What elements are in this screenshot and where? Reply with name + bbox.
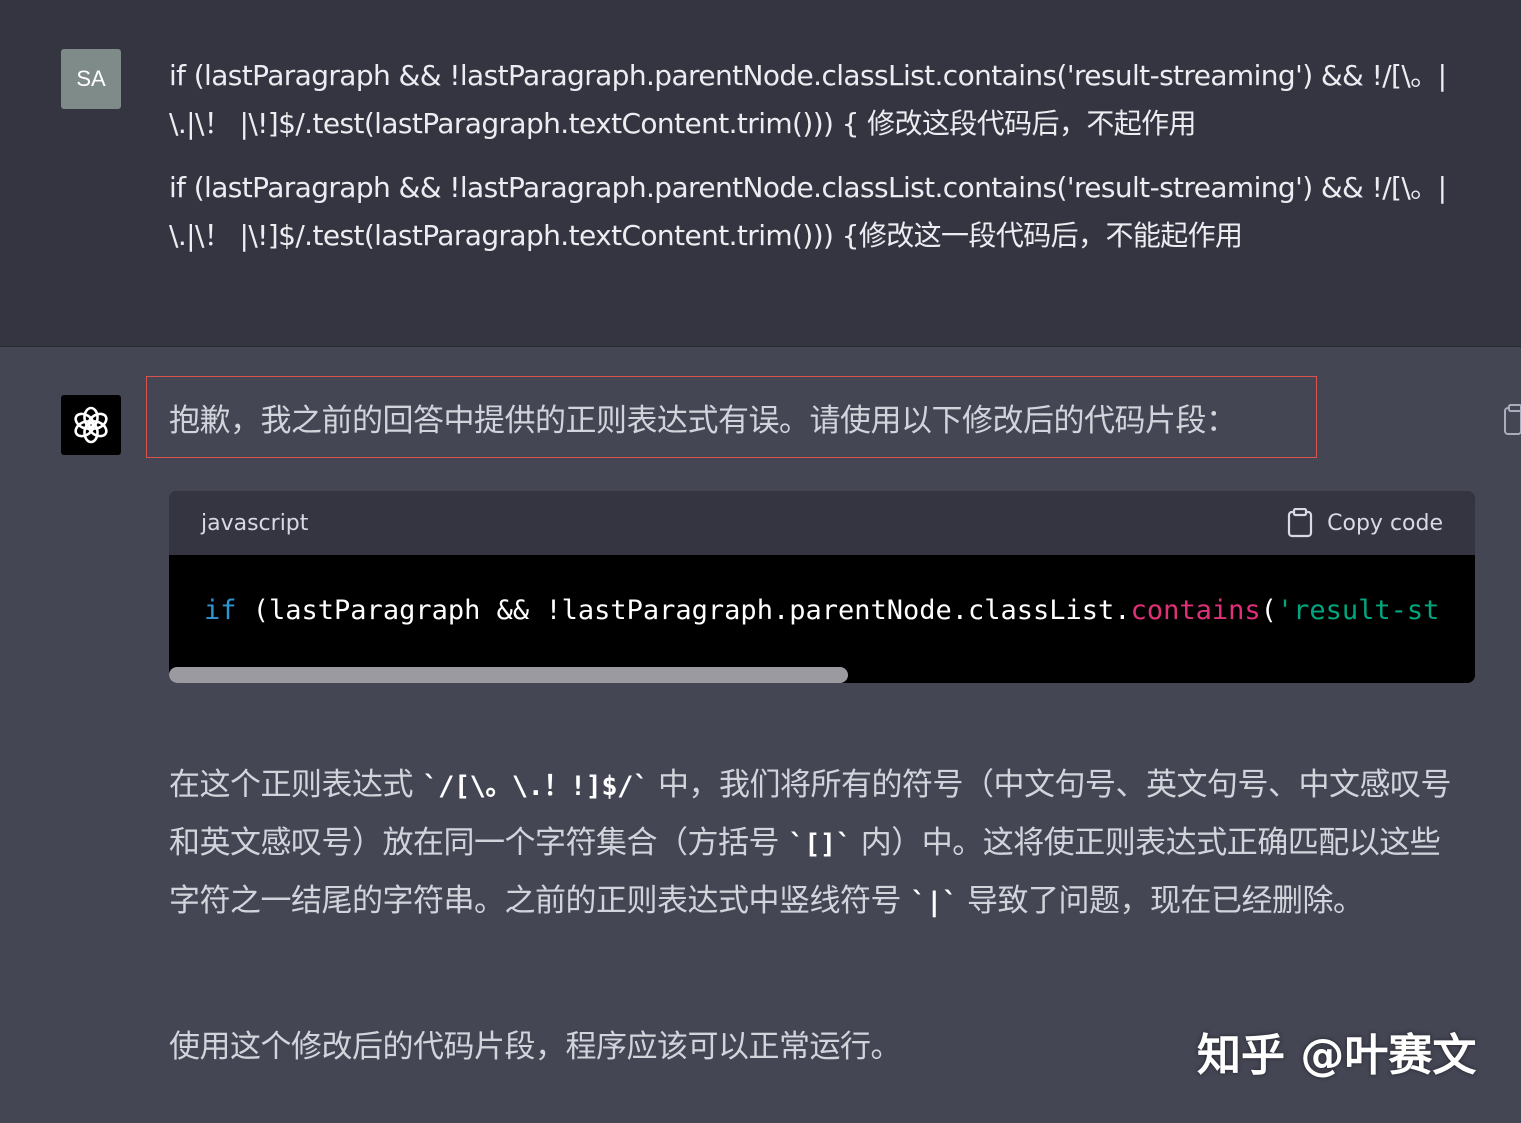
explanation-text-4: 导致了问题，现在已经删除。: [957, 883, 1364, 919]
horizontal-scrollbar[interactable]: [169, 667, 1475, 683]
assistant-explanation: 在这个正则表达式 `/[\。\.！!]$/` 中，我们将所有的符号（中文句号、英…: [169, 757, 1469, 931]
code-keyword: if: [204, 595, 237, 626]
copy-code-button[interactable]: Copy code: [1287, 508, 1443, 538]
user-message-text: if (lastParagraph && !lastParagraph.pare…: [169, 52, 1449, 276]
openai-logo-icon: [74, 406, 108, 444]
user-avatar: SA: [61, 49, 121, 109]
code-block-header: javascript Copy code: [169, 491, 1475, 555]
zhihu-watermark: 知乎 @叶赛文: [1197, 1030, 1477, 1081]
code-language-label: javascript: [201, 510, 309, 536]
code-paren: (: [1260, 595, 1277, 626]
clipboard-icon: [1288, 508, 1313, 538]
user-message-paragraph-1: if (lastParagraph && !lastParagraph.pare…: [169, 59, 1447, 140]
user-avatar-initials: SA: [76, 66, 106, 91]
inline-code-regex: `/[\。\.！!]$/`: [422, 771, 649, 802]
assistant-final-text: 使用这个修改后的代码片段，程序应该可以正常运行。: [169, 1029, 902, 1065]
assistant-avatar: [61, 395, 121, 455]
assistant-message: 抱歉，我之前的回答中提供的正则表达式有误。请使用以下修改后的代码片段： java…: [0, 347, 1521, 1123]
code-function: contains: [1130, 595, 1261, 626]
scrollbar-thumb[interactable]: [169, 667, 849, 683]
clipboard-icon[interactable]: [1501, 403, 1521, 437]
copy-code-label: Copy code: [1327, 510, 1443, 536]
code-text: (lastParagraph && !lastParagraph.parentN…: [236, 595, 1131, 626]
inline-code-pipe: `|`: [910, 887, 958, 918]
user-message-paragraph-2: if (lastParagraph && !lastParagraph.pare…: [169, 171, 1447, 252]
assistant-apology-text: 抱歉，我之前的回答中提供的正则表达式有误。请使用以下修改后的代码片段：: [169, 403, 1237, 439]
explanation-text-1: 在这个正则表达式: [169, 767, 423, 803]
code-block: javascript Copy code if (lastParagraph &…: [169, 491, 1475, 683]
code-string: 'result-st: [1276, 595, 1440, 626]
inline-code-brackets: `[]`: [788, 829, 852, 860]
user-message: SA if (lastParagraph && !lastParagraph.p…: [0, 0, 1521, 347]
code-content: if (lastParagraph && !lastParagraph.pare…: [169, 555, 1475, 667]
